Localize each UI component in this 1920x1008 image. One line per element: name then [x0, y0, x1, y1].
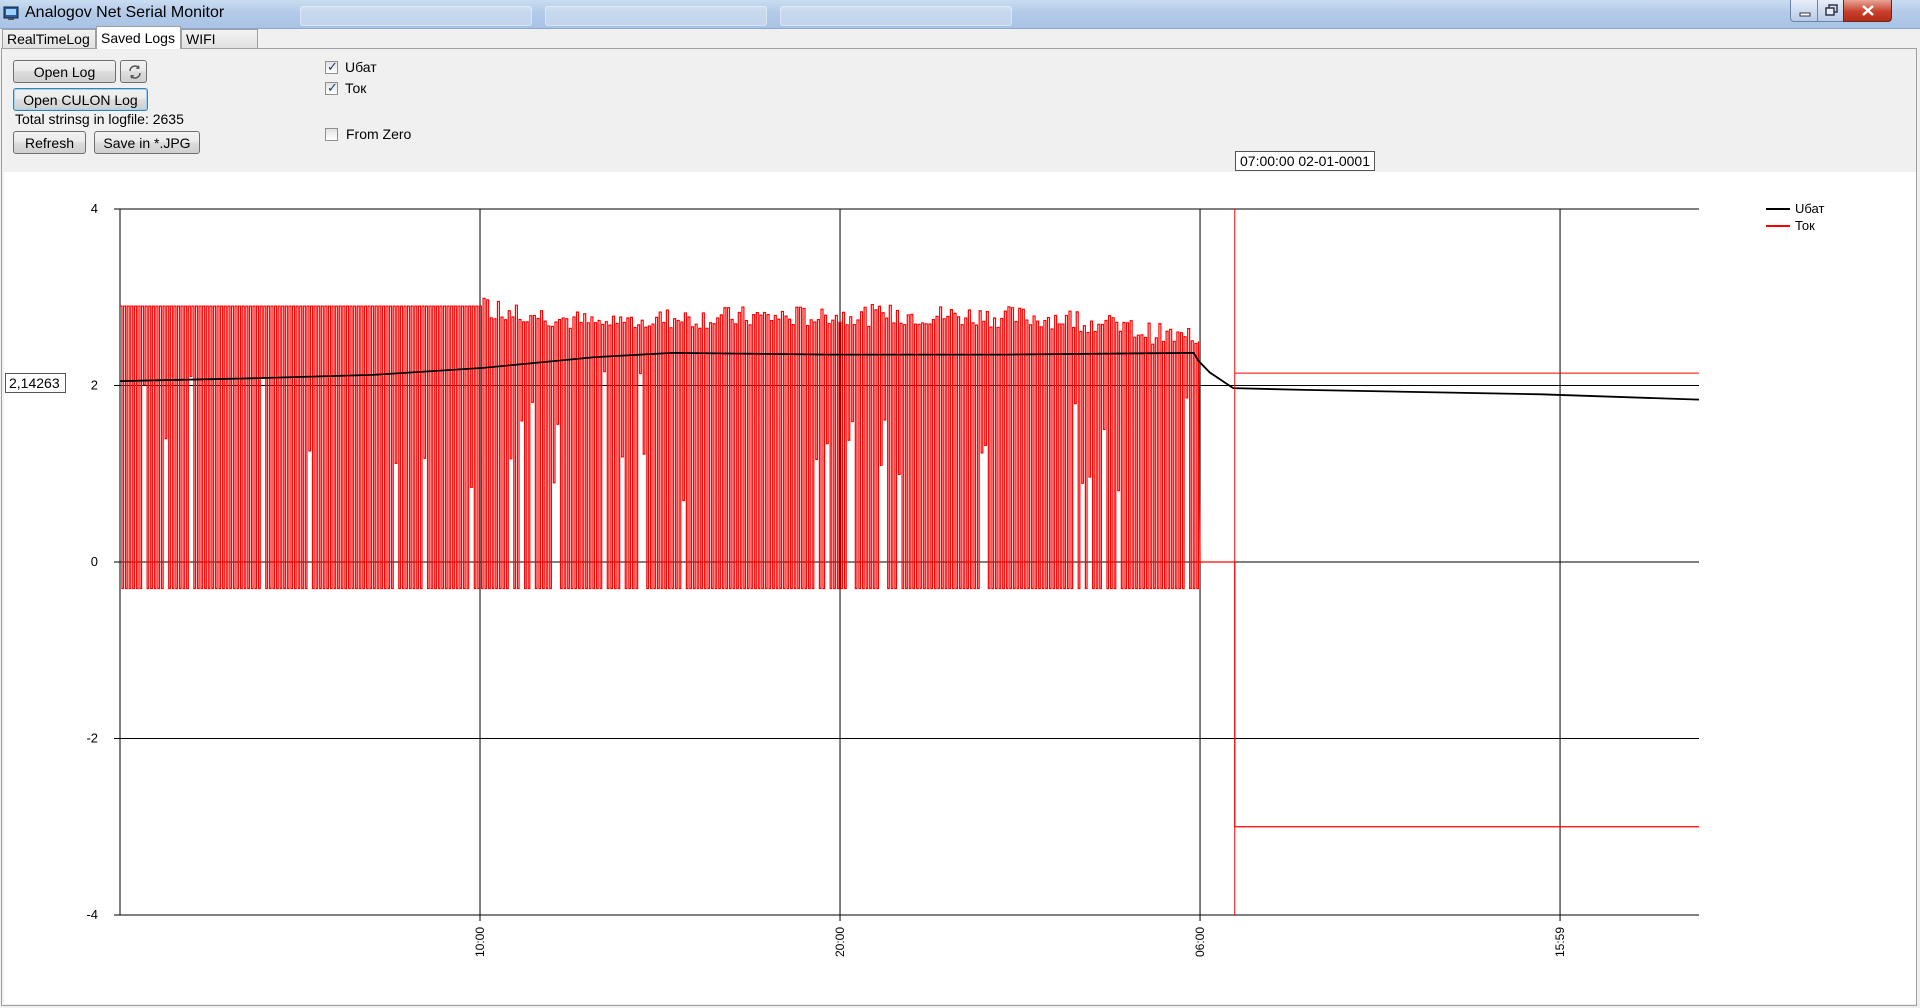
background-taskbar-tab — [300, 6, 532, 26]
open-log-button[interactable]: Open Log — [13, 60, 116, 83]
refresh-arrows-icon — [129, 65, 141, 79]
cursor-time-label: 07:00:00 02-01-0001 — [1235, 151, 1375, 171]
background-taskbar-tab — [545, 6, 767, 26]
window-title: Analogov Net Serial Monitor — [25, 4, 225, 21]
checkbox-tok[interactable]: ✓ — [325, 80, 338, 95]
maximize-button[interactable] — [1817, 0, 1845, 22]
save-jpg-button[interactable]: Save in *.JPG — [94, 131, 200, 154]
checkbox-ubat-label: Uбат — [345, 59, 377, 75]
close-icon — [1861, 5, 1874, 16]
check-icon: ✓ — [327, 59, 338, 74]
background-taskbar-tab — [780, 6, 1012, 26]
minimize-button[interactable] — [1790, 0, 1819, 22]
checkbox-ubat[interactable]: ✓ — [325, 59, 338, 74]
title-bar[interactable]: Analogov Net Serial Monitor — [0, 0, 1920, 29]
minimize-icon — [1799, 12, 1810, 16]
checkbox-from-zero-label: From Zero — [346, 126, 412, 142]
check-icon: ✓ — [327, 80, 338, 95]
cursor-value-label: 2,14263 — [5, 373, 66, 393]
reload-button[interactable] — [120, 60, 147, 83]
checkbox-tok-label: Ток — [345, 80, 367, 96]
chart-area[interactable] — [4, 172, 1916, 1004]
checkbox-from-zero[interactable] — [325, 128, 338, 141]
close-button[interactable] — [1843, 0, 1892, 22]
tab-wifi-logers[interactable]: WIFI logers — [181, 29, 258, 66]
tab-saved-logs[interactable]: Saved Logs — [96, 26, 181, 49]
tab-realtimelog[interactable]: RealTimeLog — [2, 29, 96, 48]
total-strings-label: Total strinsg in logfile: 2635 — [15, 111, 184, 127]
restore-icon — [1824, 4, 1838, 16]
refresh-button[interactable]: Refresh — [13, 131, 86, 154]
open-culon-log-button[interactable]: Open CULON Log — [13, 88, 148, 111]
app-icon — [3, 6, 19, 20]
